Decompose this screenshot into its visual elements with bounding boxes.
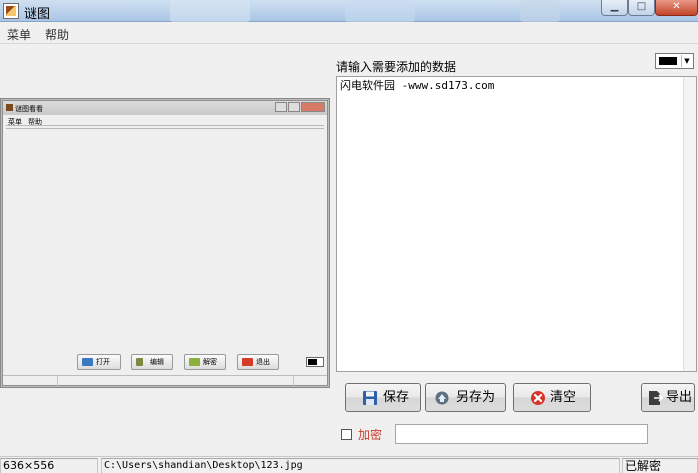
clear-x-icon <box>531 391 545 405</box>
image-size-status: 636×556 <box>0 458 98 473</box>
maximize-button[interactable]: □ <box>628 0 655 16</box>
preview-open-button: 打开 <box>77 354 121 370</box>
export-document-icon <box>649 391 663 405</box>
menu-item-menu[interactable]: 菜单 <box>7 26 31 43</box>
preview-button-label: 打开 <box>96 358 110 366</box>
preview-exit-button: 退出 <box>237 354 279 370</box>
data-input-scrollbar[interactable] <box>683 77 696 371</box>
preview-power-icon <box>242 358 253 366</box>
preview-app-icon <box>6 104 13 111</box>
preview-title: 谜图看看 <box>15 105 43 113</box>
floppy-disk-icon <box>363 391 377 405</box>
preview-minimize-icon <box>275 102 287 112</box>
chevron-down-icon[interactable]: ▼ <box>681 55 692 67</box>
data-input-label: 请输入需要添加的数据 <box>336 60 457 74</box>
preview-button-label: 编辑 <box>150 358 164 366</box>
preview-color-picker <box>306 357 324 367</box>
save-button-label: 保存 <box>383 390 410 405</box>
status-bar: 636×556 C:\Users\shandian\Desktop\123.jp… <box>0 456 698 473</box>
color-swatch <box>659 57 677 65</box>
title-bar: 谜图 ▁ □ ✕ <box>0 0 698 22</box>
preview-button-label: 退出 <box>256 358 270 366</box>
save-as-button-label: 另存为 <box>456 390 496 405</box>
preview-folder-icon <box>82 358 93 366</box>
save-button[interactable]: 保存 <box>345 383 421 412</box>
preview-status-cell <box>3 376 58 386</box>
export-button[interactable]: 导出 <box>641 383 695 412</box>
window-title: 谜图 <box>24 7 51 22</box>
preview-button-label: 解密 <box>203 358 217 366</box>
preview-status-cell <box>59 376 294 386</box>
menu-item-help[interactable]: 帮助 <box>45 26 69 43</box>
preview-maximize-icon <box>288 102 300 112</box>
menu-bar: 菜单 帮助 <box>0 23 698 44</box>
preview-edit-button: 编辑 <box>131 354 173 370</box>
close-button[interactable]: ✕ <box>655 0 698 16</box>
text-color-picker[interactable]: ▼ <box>655 53 694 69</box>
export-button-label: 导出 <box>666 390 693 405</box>
file-path-status: C:\Users\shandian\Desktop\123.jpg <box>101 458 620 473</box>
preview-title-bar: 谜图看看 <box>3 101 327 115</box>
preview-status-bar <box>3 375 327 386</box>
encrypt-checkbox[interactable] <box>341 429 352 440</box>
save-as-button[interactable]: 另存为 <box>425 383 506 412</box>
password-input[interactable] <box>395 424 648 444</box>
image-preview: 谜图看看 菜单 帮助 打开 编辑 解密 退出 <box>0 98 330 388</box>
clear-button[interactable]: 清空 <box>513 383 591 412</box>
minimize-button[interactable]: ▁ <box>601 0 628 16</box>
encrypt-label: 加密 <box>358 428 383 442</box>
preview-divider <box>6 125 324 129</box>
preview-pen-icon <box>136 358 143 366</box>
preview-screenshot: 谜图看看 菜单 帮助 打开 编辑 解密 退出 <box>2 100 328 386</box>
preview-unlock-icon <box>189 358 200 366</box>
preview-close-icon <box>301 102 325 112</box>
data-input[interactable]: 闪电软件园 -www.sd173.com <box>336 76 697 372</box>
app-icon <box>3 3 19 19</box>
decrypt-state-status: 已解密 <box>622 458 698 473</box>
preview-decrypt-button: 解密 <box>184 354 226 370</box>
clear-button-label: 清空 <box>550 390 577 405</box>
save-as-icon <box>435 391 449 405</box>
